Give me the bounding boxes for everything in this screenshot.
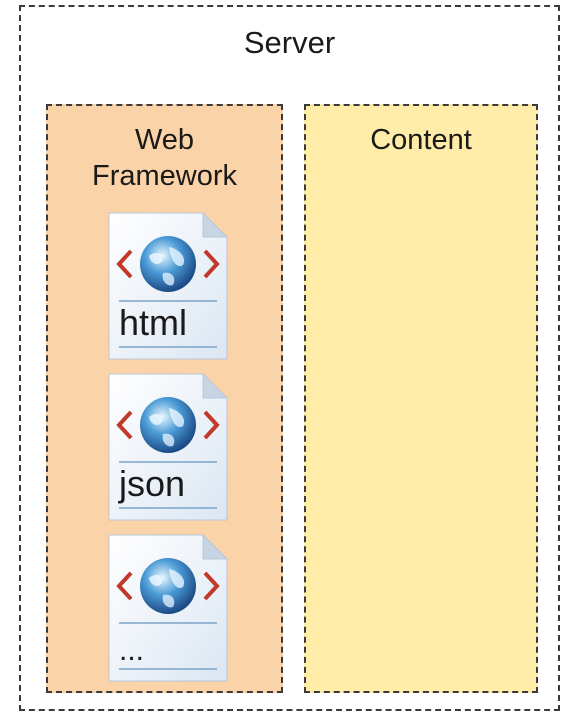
web-framework-container: Web Framework html json ...: [46, 104, 283, 693]
json-file-label: json: [119, 463, 186, 504]
more-files-label: ...: [119, 634, 145, 667]
server-container: Server Web Framework html json ... Conte…: [19, 5, 560, 711]
web-framework-title-line-1: Web: [134, 124, 195, 156]
web-framework-title-line-2: Framework: [91, 160, 237, 192]
server-title: Server: [243, 25, 336, 60]
web-framework-title: Web Framework: [48, 122, 281, 194]
content-title: Content: [370, 124, 472, 156]
more-files-icon: ...: [107, 533, 229, 683]
content-container: Content: [304, 104, 538, 693]
html-file-label: html: [119, 302, 188, 343]
html-file-icon: html: [107, 211, 229, 361]
json-file-icon: json: [107, 372, 229, 522]
